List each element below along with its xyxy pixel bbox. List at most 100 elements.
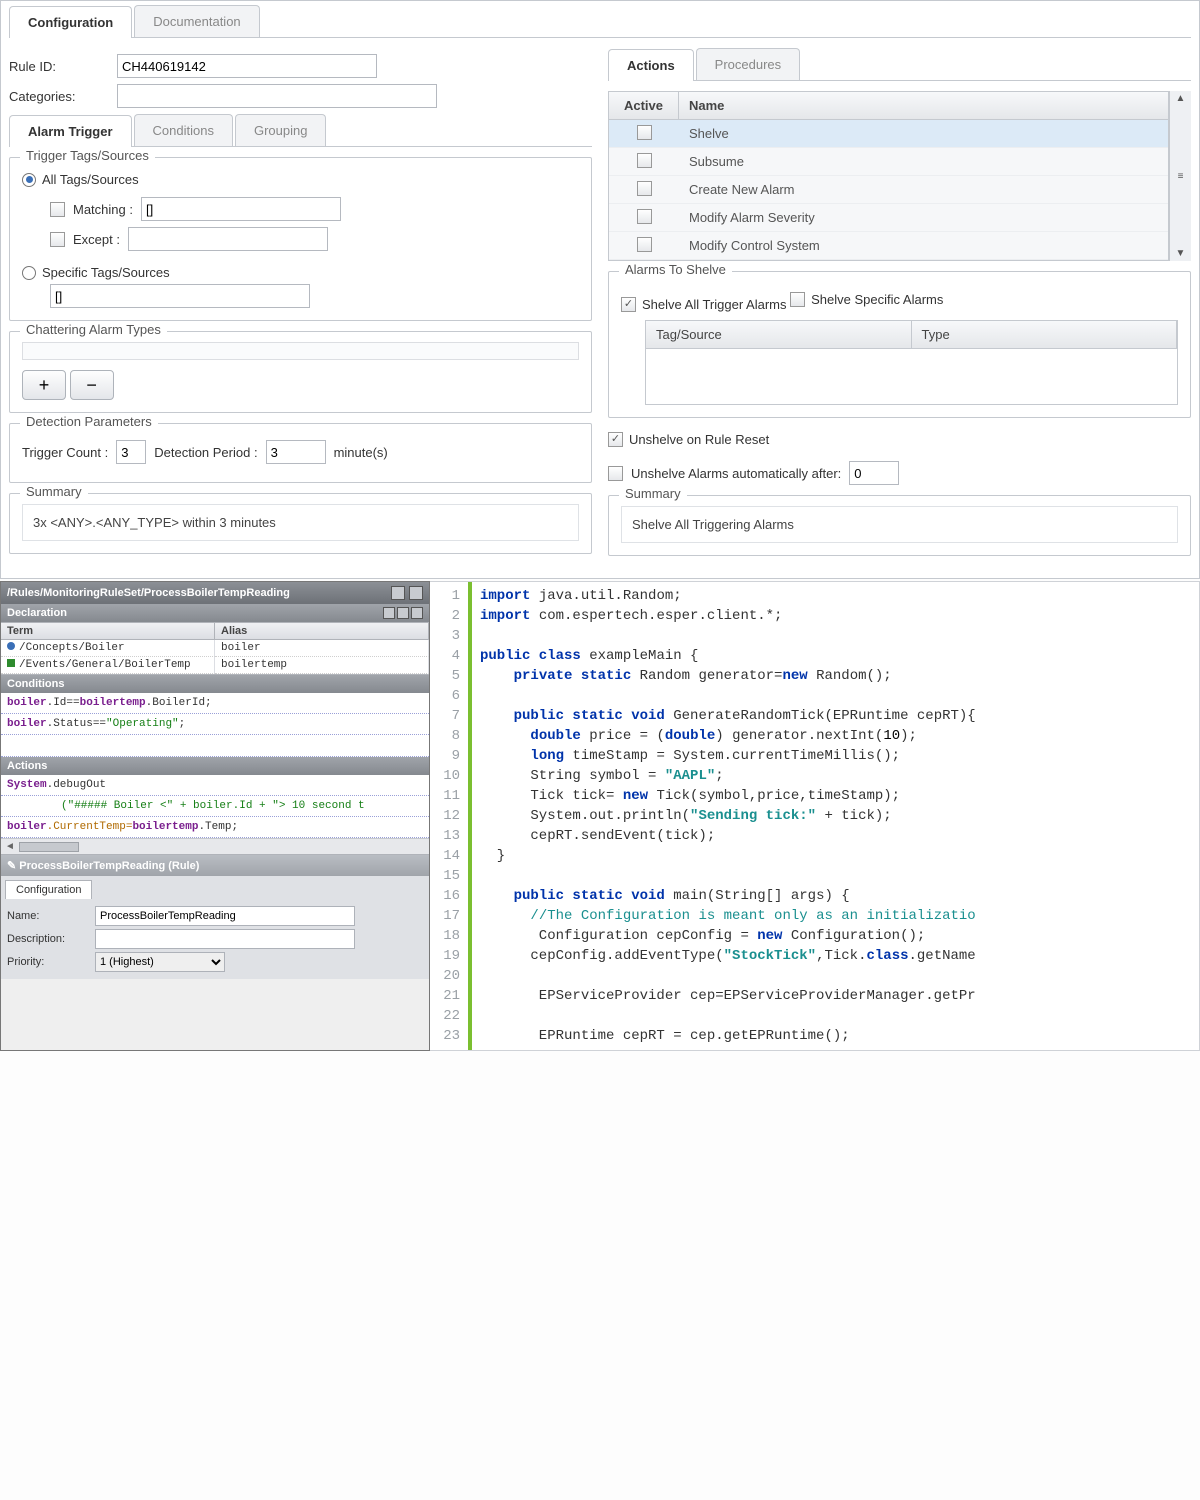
- term-header[interactable]: Term: [1, 623, 215, 640]
- action-line[interactable]: boiler.CurrentTemp=boilertemp.Temp;: [1, 817, 429, 838]
- window-icon[interactable]: [409, 586, 423, 600]
- radio-specific-tags[interactable]: Specific Tags/Sources: [22, 265, 170, 280]
- action-row[interactable]: Modify Alarm Severity: [609, 204, 1168, 232]
- term-cell[interactable]: /Concepts/Boiler: [1, 640, 215, 657]
- line-number-gutter: 1 2 3 4 5 6 7 8 9 10 11 12 13 14 15 16 1…: [430, 582, 472, 1050]
- checkbox-icon: [790, 292, 805, 307]
- col-active-header[interactable]: Active: [609, 92, 679, 119]
- checkbox-icon: [608, 432, 623, 447]
- specific-tags-label: Specific Tags/Sources: [42, 265, 170, 280]
- tab-rule-config[interactable]: Configuration: [5, 880, 92, 899]
- matching-input[interactable]: [141, 197, 341, 221]
- chattering-legend: Chattering Alarm Types: [20, 322, 167, 337]
- action-row[interactable]: Modify Control System: [609, 232, 1168, 260]
- actions-scrollbar[interactable]: ▲ ≡ ▼: [1169, 91, 1191, 261]
- scroll-grip-icon[interactable]: ≡: [1178, 169, 1184, 184]
- alias-cell[interactable]: boiler: [215, 640, 429, 657]
- specific-tags-input[interactable]: [50, 284, 310, 308]
- categories-input[interactable]: [117, 84, 437, 108]
- alias-cell[interactable]: boilertemp: [215, 657, 429, 674]
- action-line[interactable]: ("##### Boiler <" + boiler.Id + "> 10 se…: [1, 796, 429, 817]
- shelve-specific-checkbox-row[interactable]: Shelve Specific Alarms: [790, 292, 943, 307]
- action-active-checkbox[interactable]: [637, 125, 652, 140]
- condition-line[interactable]: [1, 735, 429, 757]
- action-active-checkbox[interactable]: [637, 153, 652, 168]
- rule-description-input[interactable]: [95, 929, 355, 949]
- action-row[interactable]: Subsume: [609, 148, 1168, 176]
- term-cell[interactable]: /Events/General/BoilerTemp: [1, 657, 215, 674]
- unshelve-auto-input[interactable]: [849, 461, 899, 485]
- shelve-specific-table: Tag/Source Type: [645, 320, 1178, 405]
- shelve-table-body[interactable]: [646, 349, 1177, 404]
- action-name: Shelve: [679, 120, 1168, 147]
- alarms-to-shelve-legend: Alarms To Shelve: [619, 262, 732, 277]
- trigger-tags-legend: Trigger Tags/Sources: [20, 148, 155, 163]
- col-tag-source[interactable]: Tag/Source: [646, 321, 912, 348]
- scroll-up-icon[interactable]: ▲: [1176, 91, 1186, 106]
- rule-name-input[interactable]: [95, 906, 355, 926]
- right-summary-text: Shelve All Triggering Alarms: [621, 506, 1178, 543]
- declaration-bar: Declaration: [7, 607, 67, 619]
- action-row[interactable]: Create New Alarm: [609, 176, 1168, 204]
- trigger-count-input[interactable]: [116, 440, 146, 464]
- h-scrollbar-thumb[interactable]: [19, 842, 79, 852]
- action-row[interactable]: Shelve: [609, 120, 1168, 148]
- tab-actions[interactable]: Actions: [608, 49, 694, 81]
- action-name: Modify Alarm Severity: [679, 204, 1168, 231]
- action-line[interactable]: System.debugOut: [1, 775, 429, 796]
- toolbar-icon[interactable]: [397, 607, 409, 619]
- radio-all-tags[interactable]: All Tags/Sources: [22, 172, 139, 187]
- action-active-checkbox[interactable]: [637, 181, 652, 196]
- toolbar-icon[interactable]: [411, 607, 423, 619]
- rules-ide-panel: /Rules/MonitoringRuleSet/ProcessBoilerTe…: [0, 581, 430, 1051]
- scroll-left-icon[interactable]: ◄: [1, 841, 19, 852]
- condition-line[interactable]: boiler.Status=="Operating";: [1, 714, 429, 735]
- chattering-remove-button[interactable]: −: [70, 370, 114, 400]
- rule-properties-panel: ✎ ProcessBoilerTempReading (Rule) Config…: [1, 854, 429, 979]
- matching-checkbox[interactable]: [50, 202, 65, 217]
- except-checkbox[interactable]: [50, 232, 65, 247]
- detection-legend: Detection Parameters: [20, 414, 158, 429]
- alias-header[interactable]: Alias: [215, 623, 429, 640]
- description-label: Description:: [7, 933, 87, 945]
- scroll-down-icon[interactable]: ▼: [1176, 246, 1186, 261]
- unshelve-reset-checkbox-row[interactable]: Unshelve on Rule Reset: [608, 432, 769, 447]
- unshelve-auto-checkbox[interactable]: [608, 466, 623, 481]
- tab-alarm-trigger[interactable]: Alarm Trigger: [9, 115, 132, 147]
- rule-id-input[interactable]: [117, 54, 377, 78]
- code-editor[interactable]: 1 2 3 4 5 6 7 8 9 10 11 12 13 14 15 16 1…: [430, 581, 1200, 1051]
- action-active-checkbox[interactable]: [637, 237, 652, 252]
- action-name: Modify Control System: [679, 232, 1168, 259]
- tab-procedures[interactable]: Procedures: [696, 48, 800, 80]
- left-summary-text: 3x <ANY>.<ANY_TYPE> within 3 minutes: [22, 504, 579, 541]
- rule-properties-title: ✎ ProcessBoilerTempReading (Rule): [1, 855, 429, 876]
- chattering-listbox[interactable]: [22, 342, 579, 360]
- right-summary-fieldset: Summary Shelve All Triggering Alarms: [608, 495, 1191, 556]
- actions-table: Active Name Shelve Subsume Create New Al…: [608, 91, 1169, 261]
- categories-label: Categories:: [9, 89, 109, 104]
- col-name-header[interactable]: Name: [679, 92, 1168, 119]
- tab-documentation[interactable]: Documentation: [134, 5, 259, 37]
- condition-line[interactable]: boiler.Id==boilertemp.BoilerId;: [1, 693, 429, 714]
- configuration-panel: Configuration Documentation Rule ID: Cat…: [0, 0, 1200, 579]
- tab-grouping[interactable]: Grouping: [235, 114, 326, 146]
- rule-id-label: Rule ID:: [9, 59, 109, 74]
- tab-conditions[interactable]: Conditions: [134, 114, 233, 146]
- tab-configuration[interactable]: Configuration: [9, 6, 132, 38]
- except-input[interactable]: [128, 227, 328, 251]
- unshelve-reset-label: Unshelve on Rule Reset: [629, 432, 769, 447]
- right-column: Actions Procedures Active Name Shelve S: [608, 48, 1191, 566]
- action-active-checkbox[interactable]: [637, 209, 652, 224]
- window-icon[interactable]: [391, 586, 405, 600]
- trigger-tags-fieldset: Trigger Tags/Sources All Tags/Sources Ma…: [9, 157, 592, 321]
- code-body[interactable]: import java.util.Random; import com.espe…: [472, 582, 984, 1050]
- checkbox-icon: [621, 297, 636, 312]
- left-column: Rule ID: Categories: Alarm Trigger Condi…: [9, 48, 592, 566]
- priority-select[interactable]: 1 (Highest): [95, 952, 225, 972]
- toolbar-icon[interactable]: [383, 607, 395, 619]
- ide-title-path: /Rules/MonitoringRuleSet/ProcessBoilerTe…: [7, 587, 290, 599]
- chattering-add-button[interactable]: +: [22, 370, 66, 400]
- shelve-all-checkbox-row[interactable]: Shelve All Trigger Alarms: [621, 297, 787, 312]
- detection-period-input[interactable]: [266, 440, 326, 464]
- col-type[interactable]: Type: [912, 321, 1178, 348]
